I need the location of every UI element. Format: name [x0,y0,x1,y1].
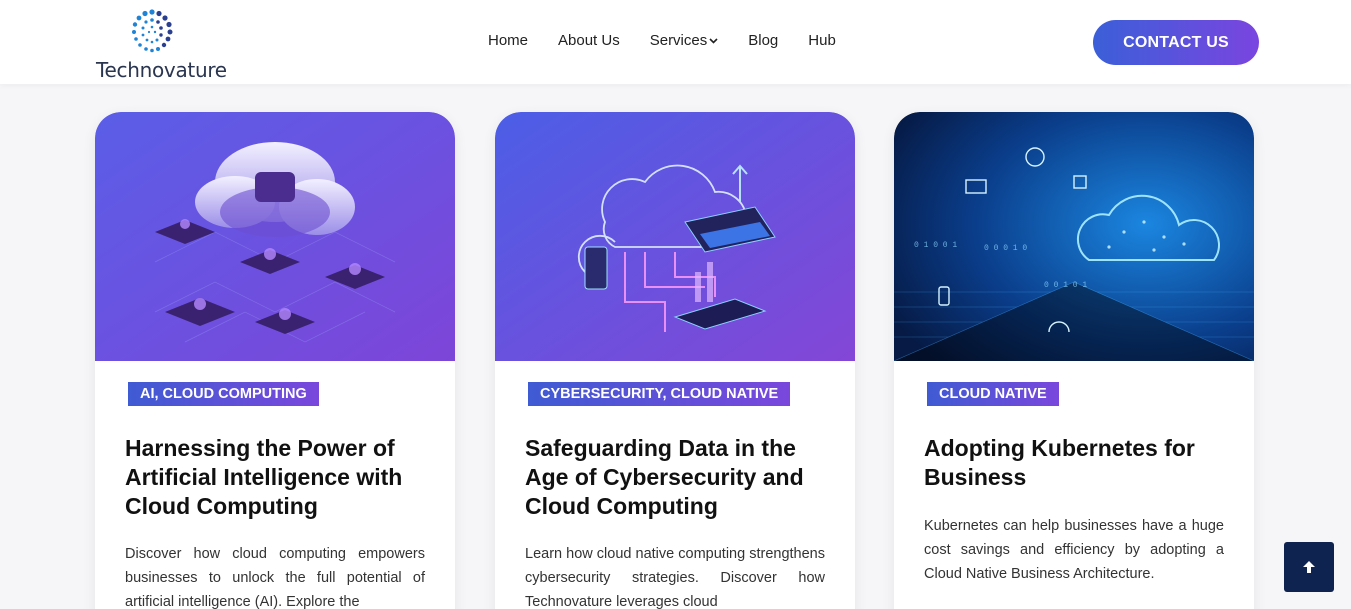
arrow-up-icon [1303,561,1315,573]
svg-text:0 0 0 1 0: 0 0 0 1 0 [984,244,1027,253]
blog-card-kubernetes[interactable]: 0 1 0 0 1 0 0 0 1 0 0 0 1 0 1 CLOUD NATIVE… [894,112,1254,609]
scroll-to-top-button[interactable] [1284,542,1334,592]
nav-services-label: Services [649,32,708,49]
brand-name: Technovature [96,58,227,82]
logo-dots-icon [132,9,173,53]
svg-text:0 1 0 0 1: 0 1 0 0 1 [914,241,957,250]
nav-home-label: Home [488,32,529,49]
card-description: Kubernetes can help businesses have a hu… [924,518,1224,582]
chevron-down-icon [709,37,718,44]
blog-card-ai-cloud[interactable]: AI, CLOUD COMPUTING Harnessing the Power… [95,112,455,609]
brand-logo[interactable]: Technovature [96,8,227,82]
nav-hub[interactable]: Hub [808,32,836,49]
card-title[interactable]: Safeguarding Data in the Age of Cybersec… [525,434,830,521]
category-tag[interactable]: CLOUD NATIVE [927,382,1059,406]
cybersecurity-illustration[interactable] [495,112,855,361]
nav-blog-label: Blog [748,32,779,49]
nav-hub-label: Hub [808,32,836,49]
nav-services[interactable]: Services [650,32,719,49]
main-nav: Home About Us Services Blog Hub [488,32,836,49]
nav-blog[interactable]: Blog [748,32,778,49]
category-tag[interactable]: CYBERSECURITY, CLOUD NATIVE [528,382,791,406]
nav-home[interactable]: Home [488,32,528,49]
card-description: Discover how cloud computing empowers bu… [125,546,425,609]
nav-about-us[interactable]: About Us [558,32,620,49]
card-title[interactable]: Harnessing the Power of Artificial Intel… [125,434,430,521]
category-tag[interactable]: AI, CLOUD COMPUTING [128,382,319,406]
card-description: Learn how cloud native computing strengt… [525,546,825,609]
nav-about-label: About Us [558,32,620,49]
site-header: Technovature Home About Us Services Blog… [0,0,1351,84]
ai-cloud-illustration[interactable] [95,112,455,361]
card-title[interactable]: Adopting Kubernetes for Business [924,434,1229,492]
contact-us-button[interactable]: CONTACT US [1093,20,1259,65]
blog-card-cybersecurity[interactable]: CYBERSECURITY, CLOUD NATIVE Safeguarding… [495,112,855,609]
cloud-network-illustration[interactable]: 0 1 0 0 1 0 0 0 1 0 0 0 1 0 1 [894,112,1254,361]
svg-text:0 0 1 0 1: 0 0 1 0 1 [1044,281,1087,290]
